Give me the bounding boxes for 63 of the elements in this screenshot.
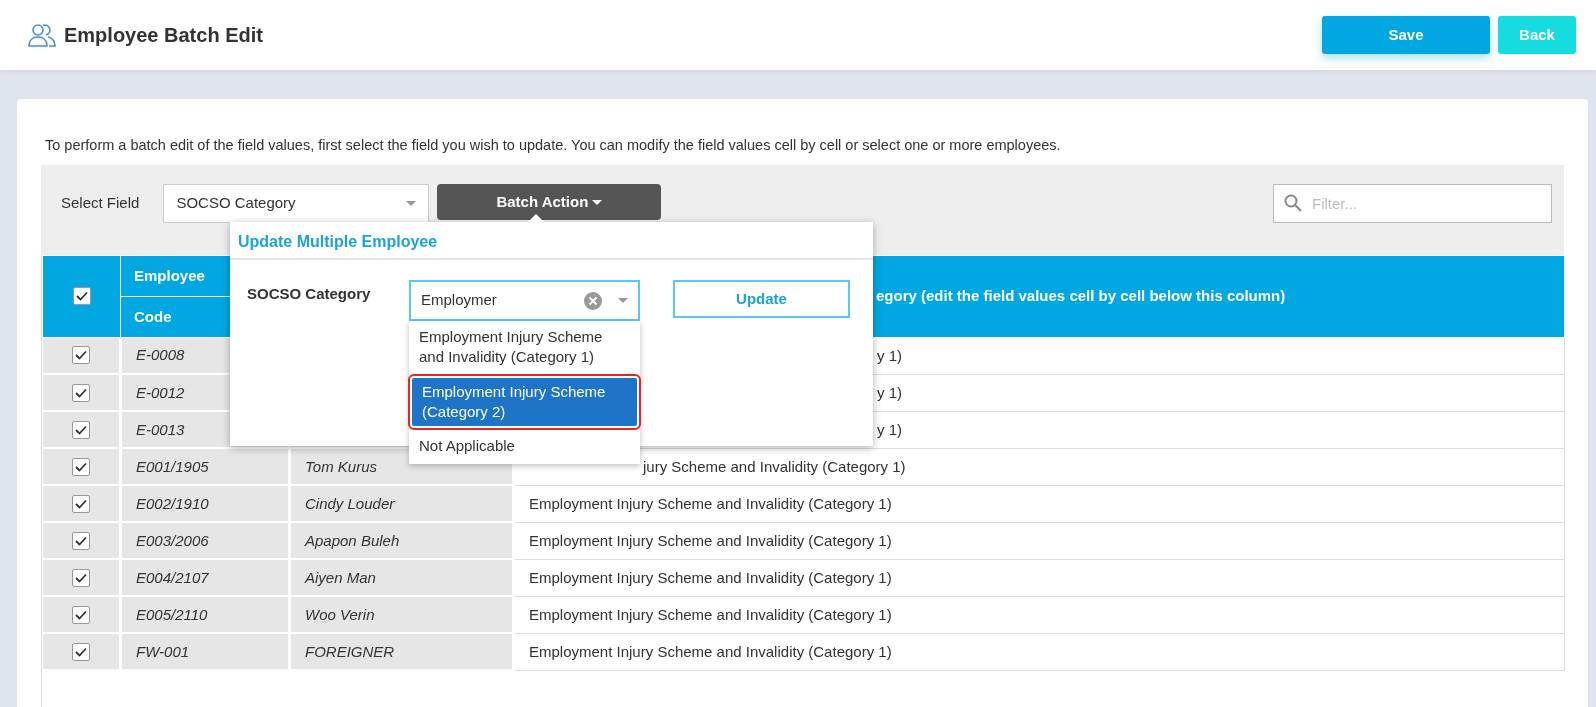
table-cell[interactable]: Employment Injury Scheme and Invalidity (Category 1) [529, 494, 892, 512]
checkbox[interactable] [71, 642, 90, 661]
field-label: SOCSO Category [247, 284, 371, 304]
checkbox[interactable] [71, 457, 90, 476]
batch-action-button[interactable]: Batch Action [437, 183, 662, 220]
field-select[interactable]: SOCSO Category [163, 183, 430, 223]
page-title: Employee Batch Edit [64, 23, 263, 48]
checkmark-icon [74, 535, 87, 546]
table-cell: E001/1905 [136, 457, 209, 475]
checkbox[interactable] [71, 383, 90, 402]
table-cell: E005/2110 [136, 605, 208, 623]
checkbox[interactable] [71, 531, 90, 550]
instruction-text: To perform a batch edit of the field values, first select the field you wish to update. You can modify the field values cell by cell or select one or more employees. [45, 136, 1062, 155]
checkmark-icon [74, 387, 87, 398]
clear-icon[interactable] [584, 291, 602, 310]
table-cell: FOREIGNER [305, 642, 395, 660]
checkmark-icon [74, 424, 87, 435]
caret-icon [618, 298, 628, 303]
checkmark-icon [75, 291, 88, 301]
table-cell: E-0013 [136, 420, 185, 438]
table-cell[interactable]: y 1) [877, 346, 902, 364]
table-cell: E003/2006 [136, 531, 209, 549]
table-cell[interactable]: y 1) [877, 383, 902, 401]
table-cell: FW-001 [136, 642, 190, 660]
checkbox[interactable] [71, 494, 90, 513]
checkmark-icon [74, 572, 87, 583]
checkmark-icon [74, 646, 87, 657]
table-cell: E-0008 [136, 346, 185, 364]
table-cell[interactable]: Employment Injury Scheme and Invalidity (Category 1) [529, 568, 892, 586]
people-icon [28, 22, 56, 48]
table-cell: E-0012 [136, 383, 185, 401]
filter-field[interactable]: Filter... [1273, 183, 1552, 223]
caret-icon [592, 200, 603, 206]
column-header: Code [134, 307, 172, 325]
table-cell: Cindy Louder [305, 494, 395, 512]
column-header: Employee [134, 266, 205, 284]
popup-title: Update Multiple Employee [230, 222, 873, 260]
checkmark-icon [74, 461, 87, 472]
search-icon [1284, 193, 1302, 212]
table-cell[interactable]: y 1) [877, 420, 902, 438]
checkmark-icon [74, 609, 87, 620]
column-header: egory (edit the field values cell by cell below this column) [876, 287, 1286, 304]
table-cell: E002/1910 [136, 494, 209, 512]
caret-icon [406, 200, 417, 206]
table-cell: E004/2107 [136, 568, 209, 586]
table-cell: Tom Kurus [305, 457, 377, 475]
table-cell[interactable]: Employment Injury Scheme and Invalidity (Category 1) [529, 605, 892, 623]
dropdown-option[interactable]: Not Applicable [409, 432, 640, 461]
table-cell[interactable]: Employment Injury Scheme and Invalidity (Category 1) [529, 531, 892, 549]
table-cell[interactable]: Employment Injury Scheme and Invalidity (Category 1) [529, 642, 892, 660]
checkbox[interactable] [72, 287, 91, 305]
checkbox[interactable] [71, 605, 90, 624]
checkbox[interactable] [71, 346, 90, 365]
field-label: Select Field [61, 192, 140, 213]
table-cell: Woo Verin [305, 605, 375, 623]
checkbox[interactable] [71, 568, 90, 587]
table-cell: Aiyen Man [305, 568, 376, 586]
dropdown-option[interactable]: Employment Injury Scheme and Invalidity (Category 1) [409, 323, 640, 372]
table-cell[interactable]: jury Scheme and Invalidity (Category 1) [643, 457, 906, 475]
checkbox[interactable] [71, 420, 90, 439]
checkmark-icon [74, 498, 87, 509]
table-cell: Apapon Buleh [305, 531, 400, 549]
checkmark-icon [74, 350, 87, 361]
